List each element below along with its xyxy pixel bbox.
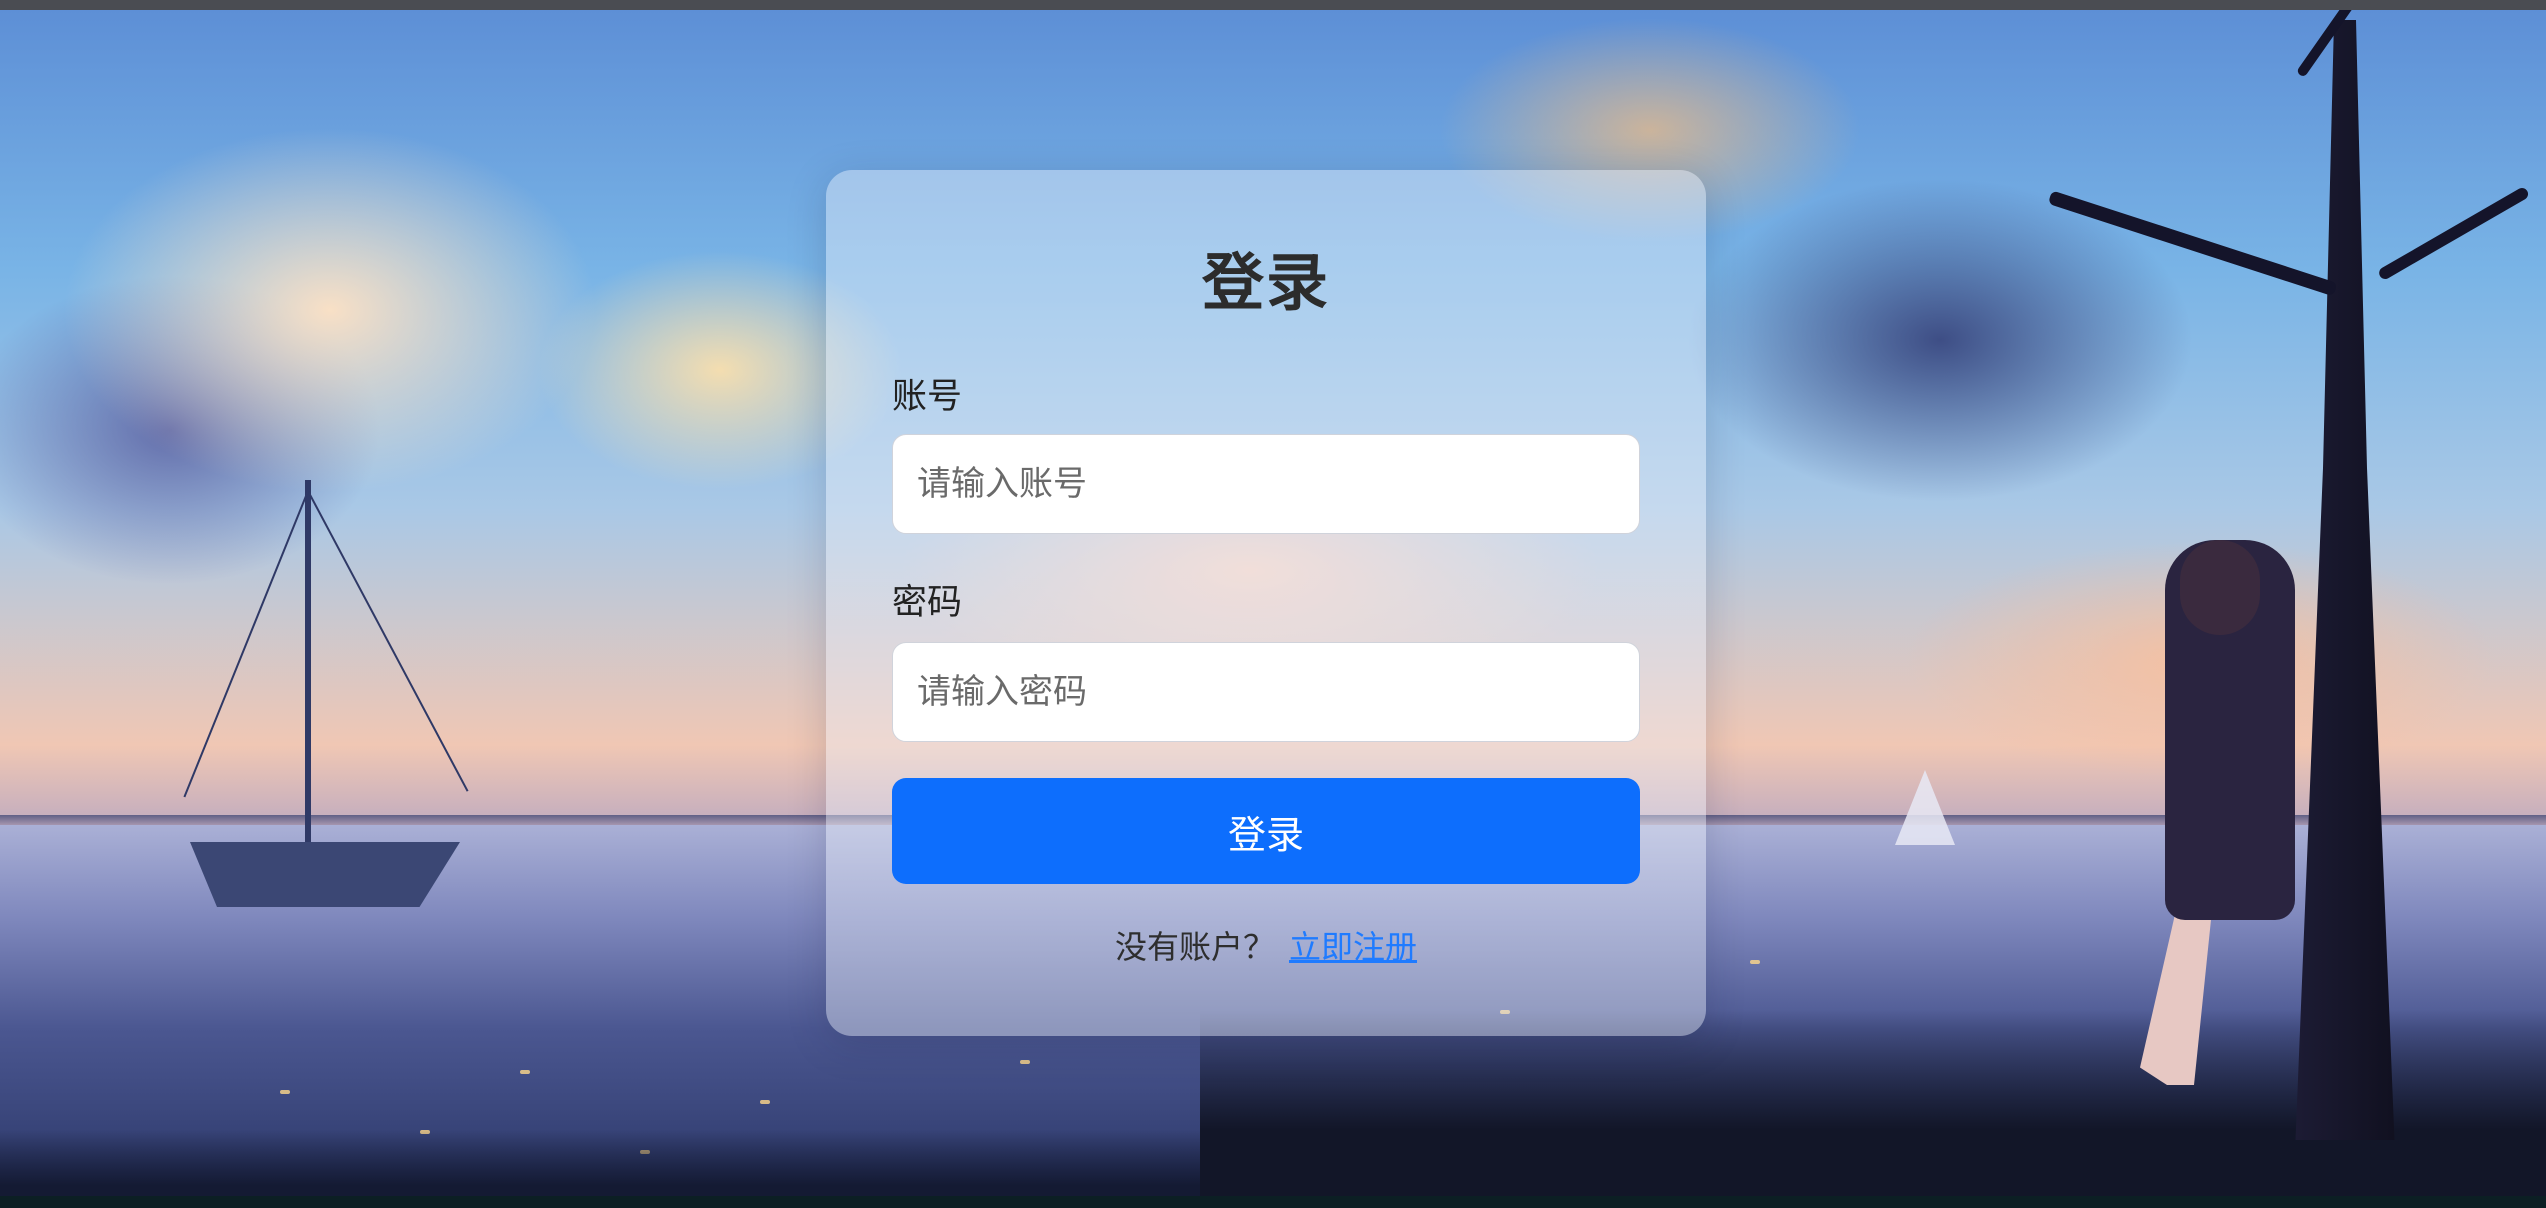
password-label: 密码 bbox=[892, 583, 963, 623]
sailboat-rigging bbox=[307, 490, 469, 792]
register-link[interactable]: 立即注册 bbox=[1289, 928, 1417, 966]
water-sparkle bbox=[520, 1070, 530, 1074]
account-label: 账号 bbox=[892, 377, 963, 417]
tree-branch bbox=[2377, 185, 2531, 282]
water-sparkle bbox=[280, 1090, 290, 1094]
sailboat-mast bbox=[305, 480, 311, 845]
password-input[interactable] bbox=[892, 642, 1640, 742]
login-title: 登录 bbox=[1201, 246, 1330, 319]
browser-top-bar bbox=[0, 0, 2546, 10]
tree-trunk bbox=[2295, 20, 2395, 1140]
water-sparkle bbox=[1020, 1060, 1030, 1064]
login-card: 登录 账号 密码 登录 没有账户？ 立即注册 bbox=[826, 170, 1706, 1036]
tree-branch bbox=[2295, 10, 2419, 78]
water-sparkle bbox=[1750, 960, 1760, 964]
register-prompt-text: 没有账户？ bbox=[1114, 928, 1275, 966]
distant-sailboat bbox=[1895, 770, 1955, 845]
tree-branch bbox=[2047, 190, 2338, 297]
sailboat-rigging bbox=[183, 490, 309, 798]
register-prompt: 没有账户？ 立即注册 bbox=[826, 922, 1706, 968]
login-button[interactable]: 登录 bbox=[892, 778, 1640, 884]
water-sparkle bbox=[760, 1100, 770, 1104]
account-input[interactable] bbox=[892, 434, 1640, 534]
sailboat-hull bbox=[190, 842, 460, 907]
girl-figure-head bbox=[2180, 540, 2260, 635]
window-bottom-edge bbox=[0, 1196, 2546, 1208]
